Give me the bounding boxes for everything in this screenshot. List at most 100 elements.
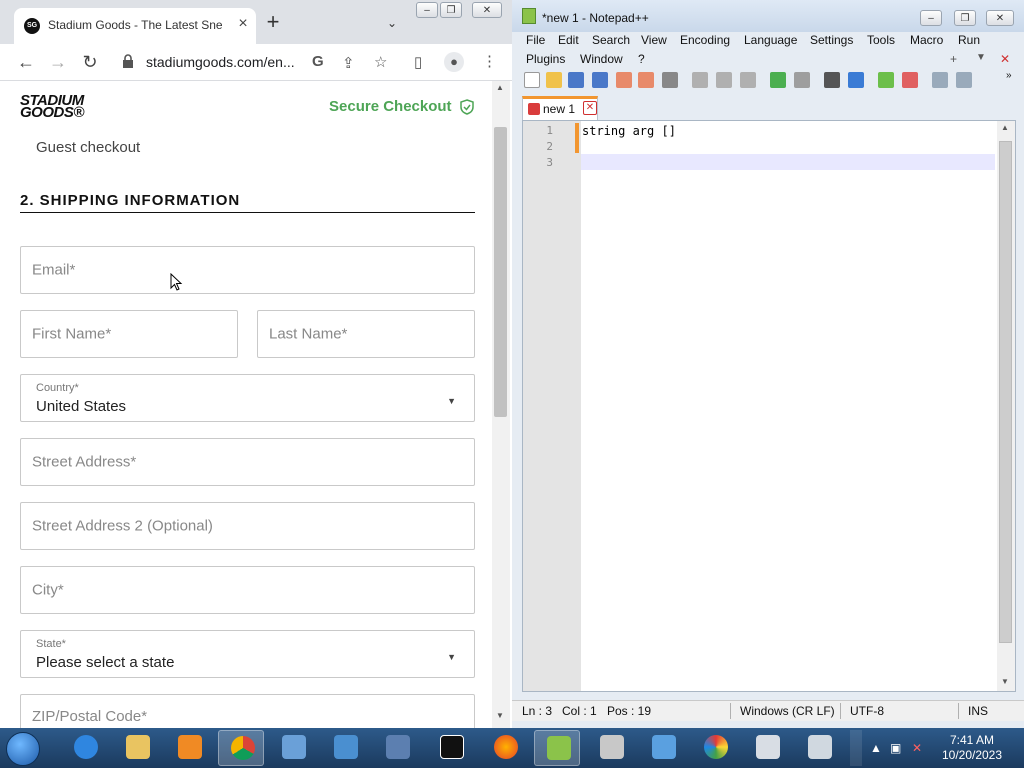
npp-restore-button[interactable]: ❐ — [954, 10, 976, 26]
editor-scrollbar-thumb[interactable] — [999, 141, 1012, 643]
back-arrow-icon[interactable]: ← — [16, 52, 36, 72]
zip-field[interactable]: ZIP/Postal Code* — [20, 694, 475, 728]
toolbar-overflow-icon[interactable]: » — [1006, 70, 1012, 81]
google-lens-icon[interactable]: G — [312, 53, 324, 70]
save-icon[interactable] — [568, 72, 584, 88]
find-icon[interactable] — [824, 72, 840, 88]
tab-search-chevron-icon[interactable]: ⌄ — [384, 16, 400, 30]
taskbar-snipping-tool[interactable] — [796, 730, 842, 766]
menu-help[interactable]: ? — [638, 52, 645, 66]
menu-macro[interactable]: Macro — [910, 33, 943, 47]
volume-muted-icon[interactable]: ✕ — [912, 741, 922, 755]
menu-view[interactable]: View — [641, 33, 667, 47]
country-select[interactable]: Country* United States ▼ — [20, 374, 475, 422]
code-line[interactable]: string arg [] — [582, 124, 676, 138]
add-tab-plus-icon[interactable]: + — [950, 52, 957, 66]
show-hidden-icons-arrow-icon[interactable]: ▲ — [870, 741, 882, 755]
network-tray-icon[interactable]: ▣ — [890, 741, 901, 755]
state-select[interactable]: State* Please select a state ▼ — [20, 630, 475, 678]
text-editor[interactable]: 1 2 3 string arg [] ▲ ▼ — [522, 120, 1016, 692]
profile-avatar-icon[interactable]: ● — [444, 52, 464, 72]
editor-scrollbar[interactable]: ▲ ▼ — [997, 121, 1015, 691]
taskbar-7zip[interactable] — [428, 730, 474, 766]
zoom-in-icon[interactable] — [878, 72, 894, 88]
taskbar-notepad-plus-plus[interactable] — [534, 730, 580, 766]
scroll-down-icon[interactable]: ▼ — [1001, 677, 1009, 686]
menu-window[interactable]: Window — [580, 52, 623, 66]
scroll-down-icon[interactable]: ▼ — [496, 711, 504, 720]
status-eol[interactable]: Windows (CR LF) — [740, 704, 835, 718]
stadium-goods-logo[interactable]: STADIUM GOODS® — [20, 93, 84, 120]
taskbar-chrome[interactable] — [218, 730, 264, 766]
scroll-up-icon[interactable]: ▲ — [1001, 123, 1009, 132]
menu-encoding[interactable]: Encoding — [680, 33, 730, 47]
reload-icon[interactable]: ↻ — [80, 52, 100, 72]
browser-tab[interactable]: SG Stadium Goods - The Latest Snea × — [14, 8, 256, 44]
close-all-icon[interactable] — [638, 72, 654, 88]
system-clock[interactable]: 7:41 AM 10/20/2023 — [936, 733, 1008, 763]
email-field[interactable]: Email* — [20, 246, 475, 294]
sync-scroll-icon[interactable] — [932, 72, 948, 88]
restore-button[interactable]: ❐ — [440, 2, 462, 18]
start-orb-icon[interactable] — [6, 732, 40, 766]
menu-file[interactable]: File — [526, 33, 545, 47]
cut-icon[interactable] — [692, 72, 708, 88]
share-icon[interactable]: ⇪ — [342, 54, 355, 72]
tab-close-icon[interactable]: × — [234, 15, 252, 33]
new-tab-plus-icon[interactable]: + — [262, 11, 284, 34]
close-tab-icon[interactable]: ✕ — [583, 101, 597, 115]
open-file-icon[interactable] — [546, 72, 562, 88]
page-scrollbar[interactable]: ▲ ▼ — [492, 81, 510, 728]
menu-plugins[interactable]: Plugins — [526, 52, 565, 66]
menu-tools[interactable]: Tools — [867, 33, 895, 47]
city-field[interactable]: City* — [20, 566, 475, 614]
address-bar[interactable]: stadiumgoods.com/en... G — [112, 48, 402, 76]
taskbar-control-panel[interactable] — [270, 730, 316, 766]
npp-minimize-button[interactable]: – — [920, 10, 942, 26]
copy-icon[interactable] — [716, 72, 732, 88]
word-wrap-icon[interactable] — [956, 72, 972, 88]
taskbar-media-player[interactable] — [166, 730, 212, 766]
bookmark-star-icon[interactable]: ☆ — [374, 53, 387, 71]
replace-icon[interactable] — [848, 72, 864, 88]
taskbar-printer[interactable] — [588, 730, 634, 766]
taskbar-paint[interactable] — [692, 730, 738, 766]
more-menu-icon[interactable]: ⋮ — [482, 52, 497, 70]
menu-settings[interactable]: Settings — [810, 33, 853, 47]
taskbar-calculator[interactable] — [744, 730, 790, 766]
street-address-2-field[interactable]: Street Address 2 (Optional) — [20, 502, 475, 550]
forward-arrow-icon[interactable]: → — [48, 52, 68, 72]
street-address-field[interactable]: Street Address* — [20, 438, 475, 486]
minimize-button[interactable]: – — [416, 2, 438, 18]
npp-close-button[interactable]: ✕ — [986, 10, 1014, 26]
show-hidden-icons-strip[interactable] — [850, 730, 862, 766]
close-window-button[interactable]: ✕ — [472, 2, 502, 18]
taskbar-paper-plane[interactable] — [640, 730, 686, 766]
close-doc-x-icon[interactable]: ✕ — [1000, 52, 1010, 66]
save-all-icon[interactable] — [592, 72, 608, 88]
tab-list-down-icon[interactable]: ▼ — [976, 52, 986, 63]
menu-search[interactable]: Search — [592, 33, 630, 47]
scrollbar-thumb[interactable] — [494, 127, 507, 417]
print-icon[interactable] — [662, 72, 678, 88]
menu-run[interactable]: Run — [958, 33, 980, 47]
new-file-icon[interactable] — [524, 72, 540, 88]
taskbar-network[interactable] — [322, 730, 368, 766]
status-encoding[interactable]: UTF-8 — [850, 704, 884, 718]
taskbar-search[interactable] — [374, 730, 420, 766]
taskbar-internet-explorer[interactable] — [62, 730, 108, 766]
side-panel-icon[interactable]: ▯ — [414, 53, 422, 71]
last-name-field[interactable]: Last Name* — [257, 310, 475, 358]
undo-icon[interactable] — [770, 72, 786, 88]
menu-edit[interactable]: Edit — [558, 33, 579, 47]
redo-icon[interactable] — [794, 72, 810, 88]
doc-tab-new-1[interactable]: new 1 ✕ — [522, 96, 598, 120]
first-name-field[interactable]: First Name* — [20, 310, 238, 358]
zoom-out-icon[interactable] — [902, 72, 918, 88]
taskbar-file-explorer[interactable] — [114, 730, 160, 766]
scroll-up-icon[interactable]: ▲ — [496, 83, 504, 92]
menu-language[interactable]: Language — [744, 33, 797, 47]
close-file-icon[interactable] — [616, 72, 632, 88]
taskbar-firefox[interactable] — [482, 730, 528, 766]
paste-icon[interactable] — [740, 72, 756, 88]
